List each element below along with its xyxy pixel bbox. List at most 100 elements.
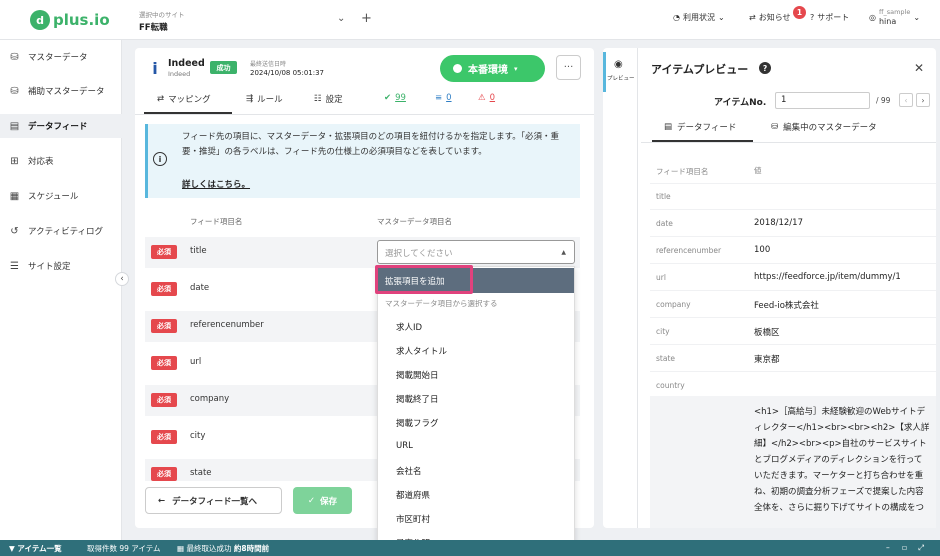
logo-mark: d [30, 10, 50, 30]
database-icon: ⛁ [10, 51, 19, 63]
preview-row: referencenumber 100 [650, 237, 936, 264]
tab-label: 編集中のマスターデータ [783, 123, 877, 133]
dropdown-option[interactable]: 掲載終了日 [396, 393, 439, 405]
tab-preview-feed[interactable]: ▤ データフィード [664, 121, 736, 133]
megaphone-icon: ⇄ [749, 13, 756, 22]
tab-preview-master[interactable]: ⛁ 編集中のマスターデータ [771, 121, 877, 133]
chevron-down-icon: ⌄ [717, 13, 725, 22]
sidebar-item-data-feed[interactable]: ▤ データフィード [0, 114, 122, 138]
table-icon: ⊞ [10, 155, 19, 167]
sidebar-item-activity-log[interactable]: ↺ アクティビティログ [0, 219, 122, 243]
skip-icon: ≡ [435, 93, 443, 103]
settings-icon: ☰ [10, 260, 19, 272]
user-name: hina [878, 17, 897, 26]
usage-menu[interactable]: ◔ 利用状況 ⌄ [673, 12, 725, 23]
dropdown-option[interactable]: 市区町村 [396, 513, 430, 525]
restore-icon[interactable]: ▫ [902, 543, 907, 552]
arrow-left-icon: ← [158, 495, 166, 506]
feed-name: Indeed [168, 58, 205, 69]
master-field-dropdown: 拡張項目を追加 マスターデータ項目から選択する 求人ID 求人タイトル 掲載開始… [377, 266, 575, 556]
item-number-input[interactable]: 1 [775, 92, 870, 109]
status-badge: 成功 [210, 61, 237, 74]
close-icon[interactable]: ✕ [914, 61, 924, 75]
support-menu[interactable]: ? サポート [810, 12, 849, 23]
sidebar-item-sub-master-data[interactable]: ⛁ 補助マスターデータ [0, 79, 122, 103]
save-button[interactable]: ✓ 保存 [293, 487, 352, 514]
required-badge: 必須 [151, 245, 177, 259]
news-menu[interactable]: ⇄ お知らせ [749, 12, 791, 23]
back-to-feed-list-button[interactable]: ← データフィード一覧へ [145, 487, 282, 514]
chevron-right-icon: › [921, 95, 925, 105]
tab-settings[interactable]: ☷ 設定 [314, 93, 343, 105]
preview-tabs-divider [641, 142, 936, 143]
tabs-divider [135, 114, 594, 115]
sidebar-item-label: アクティビティログ [28, 227, 104, 237]
item-list-toggle[interactable]: ▼ アイテム一覧 [9, 543, 62, 554]
check-list-icon: ✔ [384, 93, 392, 103]
chevron-left-icon: ‹ [904, 95, 908, 105]
dropdown-option[interactable]: 求人ID [396, 321, 422, 333]
master-field-select[interactable]: 選択してください ▲ [377, 240, 575, 264]
item-list-label: アイテム一覧 [17, 544, 62, 553]
last-import: ▦ 最終取込成功 約8時間前 [177, 543, 269, 554]
chevron-down-icon: ▾ [514, 64, 518, 73]
site-selector[interactable]: 選択中のサイト FF転職 [139, 9, 185, 33]
feed-field-name: company [190, 394, 230, 404]
sidebar-item-label: 補助マスターデータ [28, 87, 105, 97]
next-item-button[interactable]: › [916, 93, 930, 107]
sidebar-item-schedule[interactable]: ▦ スケジュール [0, 184, 122, 208]
preview-header-value: 値 [754, 166, 762, 175]
news-badge: 1 [793, 6, 806, 19]
help-icon[interactable]: ? [759, 62, 771, 74]
feed-sub-name: Indeed [168, 70, 191, 78]
column-header-master: マスターデータ項目名 [377, 217, 452, 226]
environment-button[interactable]: 本番環境 ▾ [440, 55, 545, 82]
preview-row: title [650, 183, 936, 210]
tab-count-warn[interactable]: ⚠ 0 [478, 93, 495, 103]
feed-field-name: referencenumber [190, 320, 264, 330]
preview-key: state [656, 354, 675, 363]
item-count: 取得件数 99 アイテム [87, 544, 161, 553]
required-badge: 必須 [151, 430, 177, 444]
sliders-icon: ☷ [314, 94, 322, 104]
preview-side-tab[interactable] [603, 48, 638, 528]
sidebar: ⛁ マスターデータ ⛁ 補助マスターデータ ▤ データフィード ⊞ 対応表 ▦ スケジュー… [0, 40, 122, 540]
chevron-down-icon[interactable]: ⌄ [337, 13, 345, 24]
expand-icon[interactable]: ⤢ [918, 543, 924, 553]
environment-label: 本番環境 [468, 65, 508, 76]
dropdown-option[interactable]: 掲載開始日 [396, 369, 439, 381]
dropdown-option[interactable]: 掲載フラグ [396, 417, 439, 429]
dropdown-option[interactable]: 会社名 [396, 465, 422, 477]
add-site-icon[interactable]: + [361, 11, 372, 26]
document-icon: ▤ [9, 120, 20, 132]
tab-mapping[interactable]: ⇄ マッピング [157, 93, 211, 105]
sidebar-item-mapping-table[interactable]: ⊞ 対応表 [0, 149, 122, 173]
minimize-icon[interactable]: – [886, 543, 890, 552]
sidebar-item-master-data[interactable]: ⛁ マスターデータ [0, 45, 122, 69]
prev-item-button[interactable]: ‹ [899, 93, 913, 107]
site-selector-label: 選択中のサイト [139, 11, 185, 19]
dropdown-option[interactable]: URL [396, 441, 413, 451]
collapse-sidebar-button[interactable]: ‹ [115, 272, 129, 286]
tab-count-ok[interactable]: ✔ 99 [384, 93, 406, 103]
app-logo[interactable]: d plus.io [30, 10, 110, 30]
dropdown-option[interactable]: 求人タイトル [396, 345, 447, 357]
user-menu[interactable]: ◎ ff_sample hina ⌄ [869, 8, 920, 26]
last-sent-label: 最終送信日時 [250, 61, 287, 68]
more-options-button[interactable]: ··· [556, 55, 581, 80]
required-badge: 必須 [151, 319, 177, 333]
preview-value: https://feedforce.jp/item/dummy/1 [754, 272, 901, 282]
required-badge: 必須 [151, 393, 177, 407]
sidebar-item-site-settings[interactable]: ☰ サイト設定 [0, 254, 122, 278]
item-number-label: アイテムNo. [714, 98, 767, 108]
warning-icon: ⚠ [478, 93, 486, 103]
required-badge: 必須 [151, 467, 177, 481]
tab-count-skip[interactable]: ≡ 0 [435, 93, 452, 103]
dropdown-option[interactable]: 都道府県 [396, 489, 430, 501]
highlight-box [375, 265, 473, 294]
tab-rule[interactable]: ⇶ ルール [246, 93, 283, 105]
preview-value: Feed-io株式会社 [754, 301, 819, 311]
tab-label: マッピング [168, 95, 211, 105]
required-badge: 必須 [151, 356, 177, 370]
info-link[interactable]: 詳しくはこちら。 [182, 178, 250, 190]
